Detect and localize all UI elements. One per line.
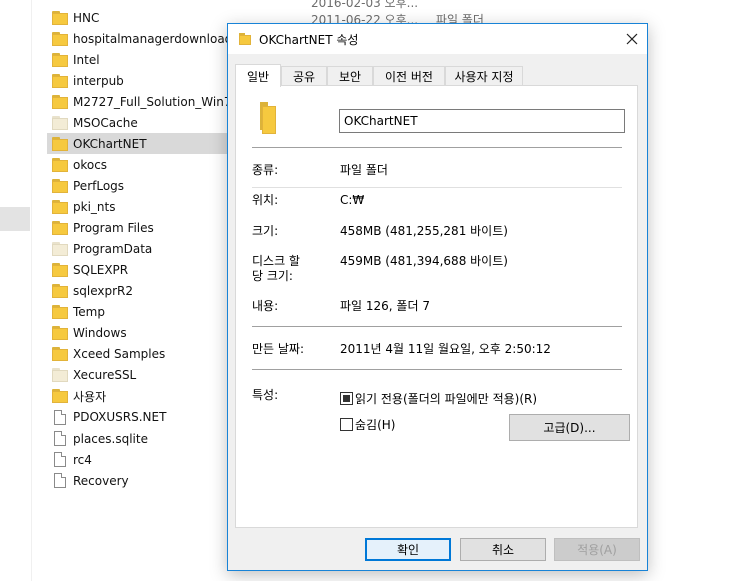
location-value: C:₩ — [340, 193, 365, 207]
close-button[interactable] — [617, 24, 647, 54]
tab-previous-versions[interactable]: 이전 버전 — [373, 66, 445, 86]
type-value: 파일 폴더 — [340, 163, 388, 177]
document-icon — [54, 452, 66, 468]
tab-general[interactable]: 일반 — [235, 64, 281, 87]
file-name: MSOCache — [73, 115, 138, 130]
folder-icon — [52, 304, 68, 320]
contents-label: 내용: — [252, 299, 279, 313]
folder-icon — [52, 52, 68, 68]
file-name: sqlexprR2 — [73, 284, 133, 299]
folder-icon — [52, 325, 68, 341]
tab-sharing[interactable]: 공유 — [281, 66, 327, 86]
tab-security[interactable]: 보안 — [327, 66, 373, 86]
file-name: XecureSSL — [73, 368, 137, 383]
folder-icon — [52, 157, 68, 173]
folder-icon — [52, 262, 68, 278]
properties-dialog: OKChartNET 속성 일반 공유 보안 이전 버전 사용자 지정 종류: … — [227, 23, 648, 571]
size-label: 크기: — [252, 224, 279, 238]
dialog-titlebar[interactable]: OKChartNET 속성 — [228, 24, 647, 54]
file-name: Recovery — [73, 473, 129, 488]
document-icon — [54, 473, 66, 489]
folder-icon — [52, 199, 68, 215]
created-label: 만든 날짜: — [252, 342, 305, 356]
file-name: SQLEXPR — [73, 263, 129, 278]
hidden-checkbox[interactable] — [340, 418, 353, 431]
apply-button[interactable]: 적용(A) — [554, 538, 640, 561]
folder-icon — [52, 115, 68, 131]
file-list-item[interactable]: OKChartNET — [47, 133, 232, 155]
folder-icon — [52, 241, 68, 257]
folder-icon — [52, 367, 68, 383]
hidden-checkbox-row[interactable]: 숨김(H) — [340, 416, 395, 433]
file-name: PerfLogs — [73, 178, 125, 193]
divider — [252, 147, 622, 148]
file-name: ProgramData — [73, 242, 153, 257]
folder-icon — [52, 94, 68, 110]
folder-icon — [52, 178, 68, 194]
file-name: rc4 — [73, 452, 92, 467]
nav-pane-selection[interactable] — [0, 207, 30, 231]
advanced-button[interactable]: 고급(D)... — [509, 414, 630, 441]
file-name: hospitalmanagerdownload — [73, 31, 233, 46]
size-value: 458MB (481,255,281 바이트) — [340, 224, 508, 238]
disk-size-label-line2: 당 크기: — [252, 269, 293, 283]
general-panel: 종류: 파일 폴더 위치: C:₩ 크기: 458MB (481,255,281… — [235, 85, 638, 528]
file-date-cell: 2016-02-03 오후... — [311, 0, 419, 10]
contents-value: 파일 126, 폴더 7 — [340, 299, 430, 313]
folder-icon — [52, 31, 68, 47]
created-value: 2011년 4월 11일 월요일, 오후 2:50:12 — [340, 342, 551, 356]
ok-button[interactable]: 확인 — [365, 538, 451, 561]
readonly-checkbox-row[interactable]: 읽기 전용(폴더의 파일에만 적용)(R) — [340, 390, 537, 407]
file-name: places.sqlite — [73, 431, 148, 446]
type-label: 종류: — [252, 163, 279, 177]
folder-icon — [256, 102, 284, 134]
file-name: PDOXUSRS.NET — [73, 410, 167, 425]
close-icon — [626, 33, 638, 45]
readonly-checkbox[interactable] — [340, 392, 353, 405]
folder-name-input[interactable] — [339, 109, 625, 133]
document-icon — [54, 409, 66, 425]
file-name: Temp — [73, 305, 105, 320]
folder-icon — [239, 33, 253, 45]
folder-icon — [52, 283, 68, 299]
folder-icon — [52, 388, 68, 404]
folder-icon — [52, 220, 68, 236]
attributes-label: 특성: — [252, 388, 279, 402]
file-name: HNC — [73, 10, 100, 25]
divider — [252, 187, 622, 188]
folder-icon — [52, 73, 68, 89]
file-name: Windows — [73, 326, 127, 341]
folder-icon — [52, 10, 68, 26]
folder-icon — [52, 346, 68, 362]
file-name: interpub — [73, 73, 124, 88]
disk-size-value: 459MB (481,394,688 바이트) — [340, 254, 508, 268]
folder-icon — [52, 136, 68, 152]
tab-customize[interactable]: 사용자 지정 — [445, 66, 523, 86]
file-name: 사용자 — [73, 389, 107, 404]
hidden-checkbox-label: 숨김(H) — [355, 418, 396, 432]
file-name: Intel — [73, 52, 100, 67]
location-label: 위치: — [252, 193, 279, 207]
divider — [252, 369, 622, 370]
cancel-button[interactable]: 취소 — [460, 538, 546, 561]
readonly-checkbox-label: 읽기 전용(폴더의 파일에만 적용)(R) — [355, 392, 538, 406]
nav-pane-divider — [31, 0, 32, 581]
document-icon — [54, 431, 66, 446]
file-name: M2727_Full_Solution_Win7_5 — [73, 94, 246, 109]
file-name: okocs — [73, 157, 108, 172]
file-name: Xceed Samples — [73, 347, 166, 362]
file-name: OKChartNET — [73, 136, 147, 151]
dialog-title: OKChartNET 속성 — [259, 33, 359, 47]
file-name: Program Files — [73, 221, 154, 235]
divider — [252, 326, 622, 327]
file-name: pki_nts — [73, 199, 116, 214]
